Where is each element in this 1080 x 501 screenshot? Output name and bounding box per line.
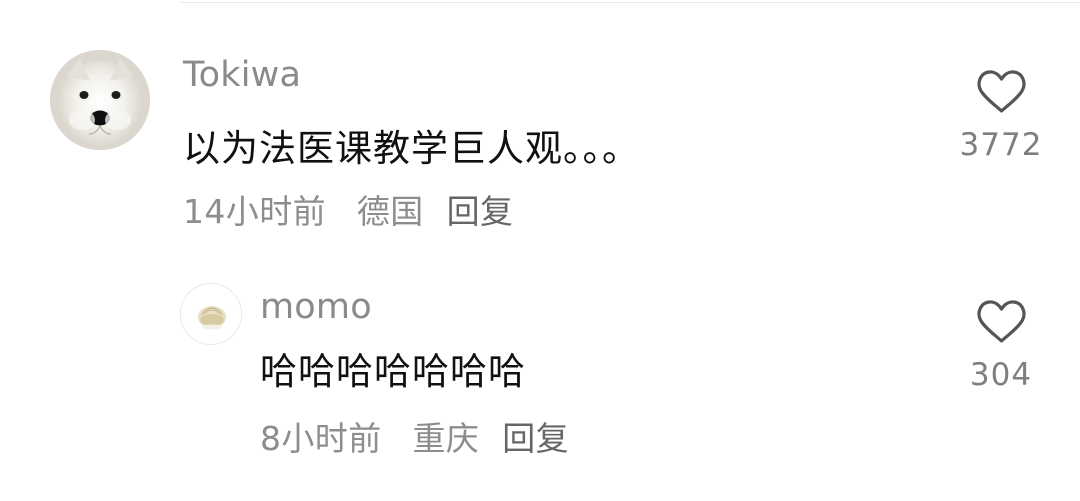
top-divider bbox=[180, 2, 1080, 3]
like-control[interactable]: 3772 bbox=[955, 66, 1047, 161]
comment-location: 德国 bbox=[356, 192, 424, 231]
comment-content: 哈哈哈哈哈哈哈 bbox=[260, 350, 526, 393]
samoyed-avatar-icon bbox=[50, 50, 150, 150]
reply-button[interactable]: 回复 bbox=[447, 192, 514, 231]
like-count: 304 bbox=[969, 357, 1033, 393]
comment-meta: 14小时前 德国 回复 bbox=[183, 195, 513, 228]
comment-time: 8小时前 bbox=[260, 419, 382, 458]
avatar[interactable] bbox=[180, 283, 242, 345]
like-count: 3772 bbox=[959, 127, 1043, 163]
comment-username[interactable]: momo bbox=[260, 290, 372, 325]
bun-avatar-icon bbox=[181, 284, 241, 344]
comment-location: 重庆 bbox=[412, 419, 480, 458]
comment-time: 14小时前 bbox=[183, 192, 326, 231]
like-control[interactable]: 304 bbox=[955, 296, 1047, 391]
heart-icon[interactable] bbox=[974, 296, 1029, 346]
avatar[interactable] bbox=[50, 50, 150, 150]
heart-icon[interactable] bbox=[974, 66, 1029, 116]
comment-username[interactable]: Tokiwa bbox=[183, 58, 301, 93]
comment-meta: 8小时前 重庆 回复 bbox=[260, 422, 569, 455]
reply-button[interactable]: 回复 bbox=[502, 419, 569, 458]
comment-content: 以为法医课教学巨人观。。。 bbox=[183, 127, 640, 170]
